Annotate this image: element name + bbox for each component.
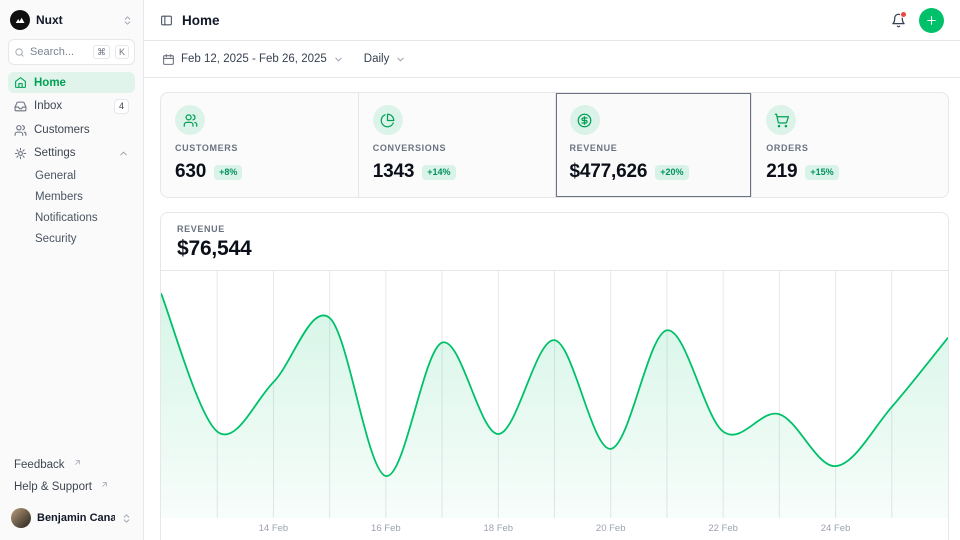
sidebar-footer-nav: Feedback Help & Support — [8, 455, 135, 497]
stat-label: CONVERSIONS — [373, 143, 541, 153]
workspace-switcher[interactable]: Nuxt — [8, 8, 135, 32]
chart-header: REVENUE $76,544 — [161, 213, 948, 270]
kbd-cmd: ⌘ — [93, 45, 110, 60]
sidebar-item-settings[interactable]: Settings — [8, 143, 135, 164]
period-select[interactable]: Daily — [362, 51, 409, 67]
add-button[interactable] — [919, 8, 944, 33]
x-axis-label: 24 Feb — [821, 523, 851, 534]
dashboard-content: CUSTOMERS 630 +8% CONVERSIONS 1343 +14% — [144, 78, 960, 540]
user-name: Benjamin Canac — [37, 512, 115, 524]
pie-chart-icon — [373, 105, 403, 135]
stat-value: 1343 — [373, 161, 415, 183]
sidebar-item-inbox[interactable]: Inbox 4 — [8, 95, 135, 118]
stat-label: ORDERS — [766, 143, 934, 153]
home-icon — [14, 76, 27, 89]
sidebar-spacer — [8, 257, 135, 448]
page-header: Home — [144, 0, 960, 41]
chart-svg — [161, 271, 948, 518]
user-menu[interactable]: Benjamin Canac — [8, 504, 135, 532]
notifications-button[interactable] — [891, 13, 906, 28]
stat-card-conversions[interactable]: CONVERSIONS 1343 +14% — [358, 93, 555, 197]
period-value: Daily — [364, 53, 390, 65]
sidebar-toggle-icon[interactable] — [160, 14, 173, 27]
users-icon — [14, 124, 27, 137]
x-axis-label: 22 Feb — [708, 523, 738, 534]
plus-icon — [925, 14, 938, 27]
sidebar-nav: Home Inbox 4 Customers Settings — [8, 72, 135, 250]
chevron-down-icon — [333, 54, 344, 65]
stat-card-revenue[interactable]: REVENUE $477,626 +20% — [555, 93, 752, 197]
sidebar-item-members[interactable]: Members — [35, 187, 135, 208]
sidebar-item-label: Help & Support — [14, 481, 92, 493]
date-range-picker[interactable]: Feb 12, 2025 - Feb 26, 2025 — [160, 51, 346, 68]
x-axis-label: 18 Feb — [483, 523, 513, 534]
chevron-up-icon — [118, 148, 129, 159]
sidebar-item-label: Settings — [34, 147, 76, 159]
chevrons-up-down-icon — [121, 513, 132, 524]
chart-metric-value: $76,544 — [177, 237, 932, 261]
external-link-icon — [100, 480, 109, 489]
stat-delta-badge: +8% — [214, 165, 242, 180]
sidebar-item-security[interactable]: Security — [35, 229, 135, 250]
chevron-down-icon — [395, 54, 406, 65]
x-axis-label: 14 Feb — [259, 523, 289, 534]
chart-body: 14 Feb 16 Feb 18 Feb 20 Feb 22 Feb 24 Feb — [161, 270, 948, 540]
calendar-icon — [162, 53, 175, 66]
avatar — [11, 508, 31, 528]
stat-value: $477,626 — [570, 161, 648, 183]
sidebar-item-notifications[interactable]: Notifications — [35, 208, 135, 229]
settings-submenu: General Members Notifications Security — [8, 166, 135, 250]
stat-delta-badge: +15% — [805, 165, 838, 180]
main-area: Home Feb 12, 2025 - Feb 26, 2025 — [144, 0, 960, 540]
inbox-count-badge: 4 — [114, 99, 129, 114]
stat-delta-badge: +14% — [422, 165, 455, 180]
x-axis-label: 16 Feb — [371, 523, 401, 534]
search-placeholder: Search... — [30, 46, 88, 58]
x-axis: 14 Feb 16 Feb 18 Feb 20 Feb 22 Feb 24 Feb — [161, 518, 948, 540]
sidebar: Nuxt Search... ⌘ K Home — [0, 0, 144, 540]
chart-metric-label: REVENUE — [177, 224, 932, 234]
users-icon — [175, 105, 205, 135]
cart-icon — [766, 105, 796, 135]
nuxt-logo-icon — [10, 10, 30, 30]
revenue-chart-card: REVENUE $76,544 14 Feb 16 Feb 18 Feb 20 Feb… — [160, 212, 949, 540]
stat-delta-badge: +20% — [655, 165, 688, 180]
filters-toolbar: Feb 12, 2025 - Feb 26, 2025 Daily — [144, 41, 960, 78]
stat-label: CUSTOMERS — [175, 143, 344, 153]
stat-card-orders[interactable]: ORDERS 219 +15% — [751, 93, 948, 197]
chevrons-up-down-icon — [122, 15, 133, 26]
sidebar-item-feedback[interactable]: Feedback — [8, 455, 135, 475]
x-axis-label: 20 Feb — [596, 523, 626, 534]
sidebar-item-label: Inbox — [34, 100, 62, 112]
sidebar-item-help-support[interactable]: Help & Support — [8, 477, 135, 497]
workspace-name: Nuxt — [36, 13, 116, 27]
app-root: Nuxt Search... ⌘ K Home — [0, 0, 960, 540]
revenue-area-chart — [161, 271, 948, 518]
search-icon — [14, 47, 25, 58]
sidebar-item-home[interactable]: Home — [8, 72, 135, 93]
stat-card-customers[interactable]: CUSTOMERS 630 +8% — [161, 93, 358, 197]
search-input[interactable]: Search... ⌘ K — [8, 39, 135, 65]
notification-dot — [900, 11, 907, 18]
sidebar-item-label: Home — [34, 77, 66, 89]
inbox-icon — [14, 100, 27, 113]
stat-value: 219 — [766, 161, 797, 183]
date-range-value: Feb 12, 2025 - Feb 26, 2025 — [181, 53, 327, 65]
kbd-k: K — [115, 45, 129, 60]
sidebar-item-general[interactable]: General — [35, 166, 135, 187]
stat-value: 630 — [175, 161, 206, 183]
sidebar-item-customers[interactable]: Customers — [8, 120, 135, 141]
sidebar-item-label: Customers — [34, 124, 90, 136]
stats-row: CUSTOMERS 630 +8% CONVERSIONS 1343 +14% — [160, 92, 949, 198]
sidebar-item-label: Feedback — [14, 459, 65, 471]
gear-icon — [14, 147, 27, 160]
page-title: Home — [182, 13, 220, 28]
external-link-icon — [73, 458, 82, 467]
circle-dollar-icon — [570, 105, 600, 135]
header-actions — [891, 8, 944, 33]
stat-label: REVENUE — [570, 143, 738, 153]
